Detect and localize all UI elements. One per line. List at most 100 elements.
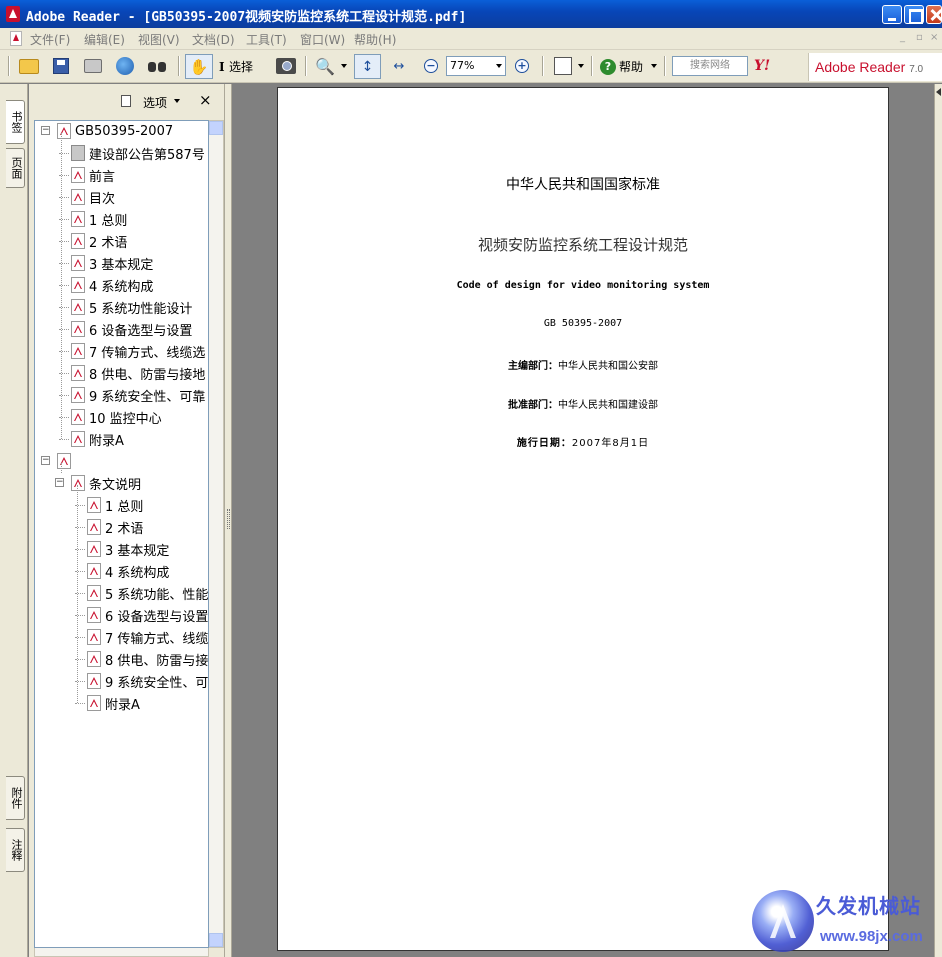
tab-attachments[interactable]: 附件 [6, 776, 25, 820]
menu-help[interactable]: 帮助(H) [354, 31, 396, 48]
bookmark-pdf-icon [71, 321, 85, 337]
bookmark-label: 3 基本规定 [89, 257, 154, 273]
zoom-in-tool-button[interactable]: 🔍 [313, 55, 337, 77]
bookmark-tree-scrollbar[interactable] [209, 120, 224, 948]
fit-width-button[interactable]: ↔ [387, 55, 411, 77]
open-button[interactable] [17, 55, 41, 77]
adobe-reader-app-icon[interactable] [6, 6, 20, 22]
bookmark-item[interactable]: 6 设备选型与设置 [75, 605, 208, 625]
page-layout-dropdown-icon[interactable] [578, 64, 584, 68]
bookmark-item[interactable]: 7 传输方式、线缆 [75, 627, 209, 647]
print-button[interactable] [81, 55, 105, 77]
bookmark-item[interactable]: 9 系统安全性、可靠 [59, 385, 205, 405]
zoom-level-field[interactable]: 77% [446, 56, 506, 76]
find-button[interactable] [145, 55, 169, 77]
splitter-grip-icon [227, 509, 230, 529]
close-panel-button[interactable]: × [199, 91, 212, 109]
bookmark-item[interactable]: 建设部公告第587号 [59, 143, 205, 163]
tree-connector [61, 463, 62, 473]
options-menu[interactable]: 选项 [143, 94, 167, 111]
doc-minimize-icon[interactable]: _ [900, 32, 910, 43]
options-icon [121, 95, 131, 107]
menu-edit[interactable]: 编辑(E) [84, 31, 125, 48]
bookmark-item[interactable]: 前言 [59, 165, 116, 185]
bookmark-item[interactable]: 6 设备选型与设置 [59, 319, 192, 339]
bookmark-item[interactable]: 5 系统功能、性能 [75, 583, 208, 603]
scroll-down-button[interactable] [209, 933, 223, 947]
search-web-input[interactable]: 搜索网络 [672, 56, 748, 76]
tab-comments[interactable]: 注释 [6, 828, 25, 872]
panel-splitter[interactable] [224, 84, 232, 957]
document-view[interactable]: 中华人民共和国国家标准 视频安防监控系统工程设计规范 Code of desig… [232, 84, 934, 957]
menu-tools[interactable]: 工具(T) [246, 31, 287, 48]
bookmark-item[interactable]: − 条文说明 [55, 473, 141, 493]
right-panel-strip[interactable] [934, 84, 942, 957]
bookmark-item[interactable]: 8 供电、防雷与接地 [59, 363, 205, 383]
bookmark-label: 3 基本规定 [105, 543, 170, 559]
collapse-toggle-icon[interactable]: − [41, 126, 50, 135]
tab-bookmarks[interactable]: 书签 [6, 100, 25, 144]
bookmark-item[interactable]: 5 系统功性能设计 [59, 297, 192, 317]
fit-page-button[interactable]: ↕ [354, 54, 381, 79]
bookmark-pdf-icon [87, 541, 101, 557]
open-folder-icon [19, 58, 39, 74]
help-button[interactable]: ? 帮助 [600, 58, 643, 75]
collapse-toggle-icon[interactable]: − [55, 478, 64, 487]
bookmark-item[interactable]: 7 传输方式、线缆选 [59, 341, 205, 361]
tab-pages[interactable]: 页面 [6, 148, 25, 188]
doc-restore-icon[interactable]: ▫ [916, 32, 926, 43]
bookmark-label: 4 系统构成 [105, 565, 170, 581]
close-button[interactable] [926, 5, 942, 24]
adobe-reader-brand: Adobe Reader 7.0 [808, 53, 942, 81]
menu-view[interactable]: 视图(V) [138, 31, 180, 48]
bookmark-item[interactable]: 10 监控中心 [59, 407, 162, 427]
bookmark-item[interactable]: 3 基本规定 [75, 539, 170, 559]
save-disk-icon [53, 58, 69, 74]
document-menu-icon[interactable] [10, 31, 22, 46]
save-button[interactable] [49, 55, 73, 77]
select-tool-button[interactable]: I 选择 [219, 58, 253, 75]
email-button[interactable] [113, 55, 137, 77]
yahoo-search-button[interactable]: Y! [754, 58, 770, 74]
options-dropdown-icon[interactable] [174, 99, 180, 103]
zoom-in-button[interactable]: + [515, 59, 529, 73]
help-dropdown-icon[interactable] [651, 64, 657, 68]
window-title: Adobe Reader - [GB50395-2007视频安防监控系统工程设计… [26, 10, 467, 25]
menu-document[interactable]: 文档(D) [192, 31, 235, 48]
snapshot-button[interactable] [274, 55, 298, 77]
bookmark-item[interactable]: 4 系统构成 [59, 275, 153, 295]
bookmark-item[interactable]: 附录A [75, 693, 140, 713]
bookmark-item[interactable]: 2 术语 [59, 231, 127, 251]
menu-window[interactable]: 窗口(W) [300, 31, 345, 48]
collapse-toggle-icon[interactable]: − [41, 456, 50, 465]
bookmark-item[interactable]: 3 基本规定 [59, 253, 154, 273]
bookmark-item[interactable]: 1 总则 [59, 209, 127, 229]
bookmark-item[interactable]: 1 总则 [75, 495, 143, 515]
bookmark-label: 7 传输方式、线缆 [105, 631, 209, 647]
zoom-out-button[interactable]: − [424, 59, 438, 73]
bookmark-tree-hscrollbar[interactable] [34, 948, 209, 957]
bookmark-item[interactable]: 附录A [59, 429, 124, 449]
bookmark-item[interactable]: − GB50395-2007 [41, 121, 173, 141]
expand-right-panel-icon[interactable] [936, 88, 941, 96]
bookmark-item[interactable]: 2 术语 [75, 517, 143, 537]
page-layout-button[interactable] [551, 55, 575, 77]
zoom-dropdown-icon[interactable] [496, 64, 502, 68]
bookmark-item[interactable]: 4 系统构成 [75, 561, 170, 581]
hand-tool-button[interactable]: ✋ [185, 54, 213, 79]
bookmark-item[interactable]: 目次 [59, 187, 116, 207]
maximize-button[interactable] [904, 5, 924, 24]
bookmark-item[interactable]: − [41, 451, 75, 471]
minimize-button[interactable] [882, 5, 902, 24]
brand-name: Adobe Reader [815, 59, 906, 75]
scroll-up-button[interactable] [209, 121, 223, 135]
zoom-tool-dropdown-icon[interactable] [341, 64, 347, 68]
menu-file[interactable]: 文件(F) [30, 31, 70, 48]
doc-close-icon[interactable]: × [930, 32, 940, 43]
bookmark-label: 目次 [89, 191, 116, 207]
bookmark-item[interactable]: 9 系统安全性、可 [75, 671, 208, 691]
email-globe-icon [116, 57, 134, 75]
watermark-url: www.98jx.com [820, 928, 923, 945]
bookmark-item[interactable]: 8 供电、防雷与接 [75, 649, 208, 669]
bookmark-label: 前言 [89, 169, 116, 185]
